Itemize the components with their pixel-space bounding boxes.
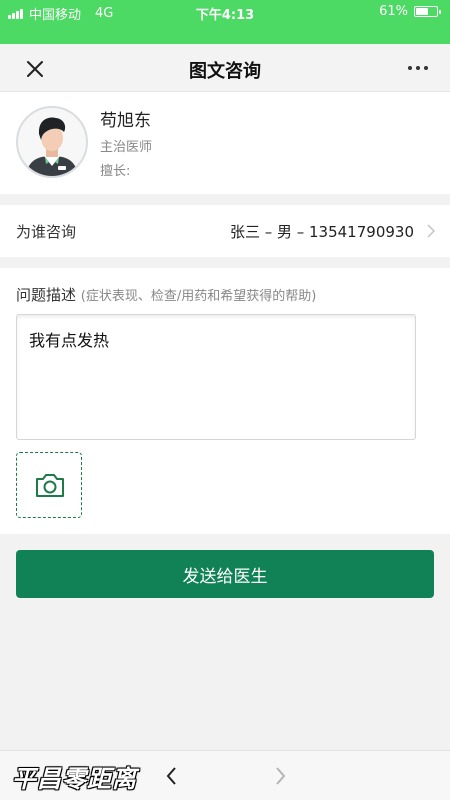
header-strip	[0, 24, 450, 44]
doctor-avatar	[16, 106, 88, 178]
doctor-title: 主治医师	[100, 140, 153, 155]
send-to-doctor-button[interactable]: 发送给医生	[16, 550, 434, 598]
back-arrow-icon[interactable]	[160, 763, 184, 789]
nav-bar: 图文咨询	[0, 44, 450, 92]
add-photo-button[interactable]	[16, 452, 82, 518]
battery-info: 61%	[379, 4, 441, 19]
battery-icon	[414, 6, 441, 17]
page-title: 图文咨询	[189, 61, 261, 82]
patient-info: 张三 – 男 – 13541790930	[229, 223, 414, 241]
question-input[interactable]: 我有点发热	[16, 314, 416, 440]
browser-toolbar: 平昌零距离	[0, 750, 450, 800]
question-title: 问题描述	[16, 286, 77, 304]
status-bar: 中国移动 4G 下午4:13 61%	[0, 0, 450, 24]
question-label: 问题描述 (症状表现、检查/用药和希望获得的帮助)	[16, 284, 316, 305]
question-hint: (症状表现、检查/用药和希望获得的帮助)	[80, 289, 317, 304]
doctor-avatar-illustration	[26, 117, 78, 176]
watermark-logo: 平昌零距离	[12, 764, 137, 793]
more-icon[interactable]	[408, 66, 428, 70]
camera-icon	[36, 474, 64, 497]
question-text: 我有点发热	[29, 331, 110, 350]
doctor-name: 苟旭东	[100, 111, 151, 131]
battery-percent: 61%	[379, 4, 408, 19]
question-section: 问题描述 (症状表现、检查/用药和希望获得的帮助) 我有点发热	[0, 268, 450, 534]
doctor-card: 苟旭东 主治医师 擅长:	[0, 92, 450, 194]
consult-for-row[interactable]: 为谁咨询 张三 – 男 – 13541790930	[0, 205, 450, 257]
consult-for-label: 为谁咨询	[16, 223, 77, 241]
chevron-right-icon	[427, 224, 436, 238]
forward-arrow-icon[interactable]	[268, 763, 292, 789]
doctor-specialty: 擅长:	[100, 164, 131, 179]
